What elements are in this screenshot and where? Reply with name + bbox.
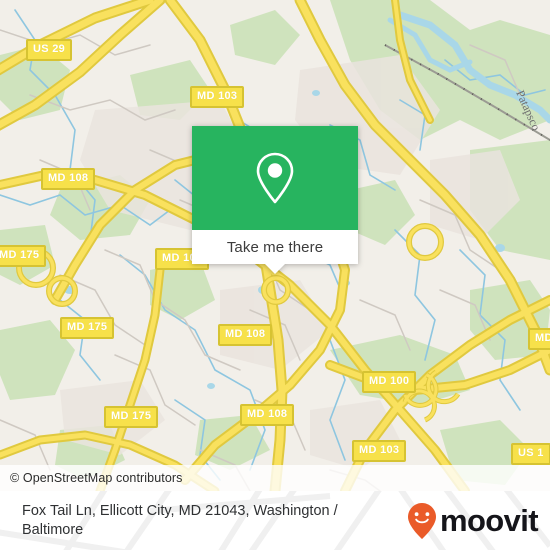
road-shield: MD 103 (190, 86, 245, 108)
road-shield: MD 108 (240, 404, 295, 426)
popup-tail (265, 264, 285, 274)
road-shield: MD 175 (60, 317, 115, 339)
road-shield: MD 175 (104, 406, 159, 428)
popup-action-bar[interactable]: Take me there (192, 230, 358, 264)
map-screenshot: US 29 MD 103 MD 108 MD 175 MD 108 MD 175… (0, 0, 550, 550)
moovit-wordmark: moovit (439, 503, 539, 538)
location-address: Fox Tail Ln, Ellicott City, MD 21043, Wa… (22, 502, 338, 538)
moovit-logo[interactable]: moovit (407, 502, 539, 540)
attribution-bar: © OpenStreetMap contributors (0, 465, 550, 491)
road-shield: US 29 (26, 39, 73, 61)
road-shield: MD (528, 328, 550, 350)
road-shield: MD 103 (352, 440, 407, 462)
map-pin-icon (256, 152, 294, 204)
road-shield: MD 108 (41, 168, 96, 190)
road-shield: MD 100 (362, 371, 417, 393)
road-shield: MD 108 (218, 324, 273, 346)
road-shield: MD 175 (0, 245, 47, 267)
road-shield: US 1 (511, 443, 550, 465)
take-me-there-label: Take me there (226, 238, 324, 256)
attribution-text[interactable]: © OpenStreetMap contributors (0, 471, 183, 485)
moovit-pin-smile-icon (407, 502, 436, 539)
footer-bar: Fox Tail Ln, Ellicott City, MD 21043, Wa… (0, 491, 550, 550)
take-me-there-popup[interactable]: Take me there (192, 126, 358, 274)
popup-pin-panel (192, 126, 358, 230)
